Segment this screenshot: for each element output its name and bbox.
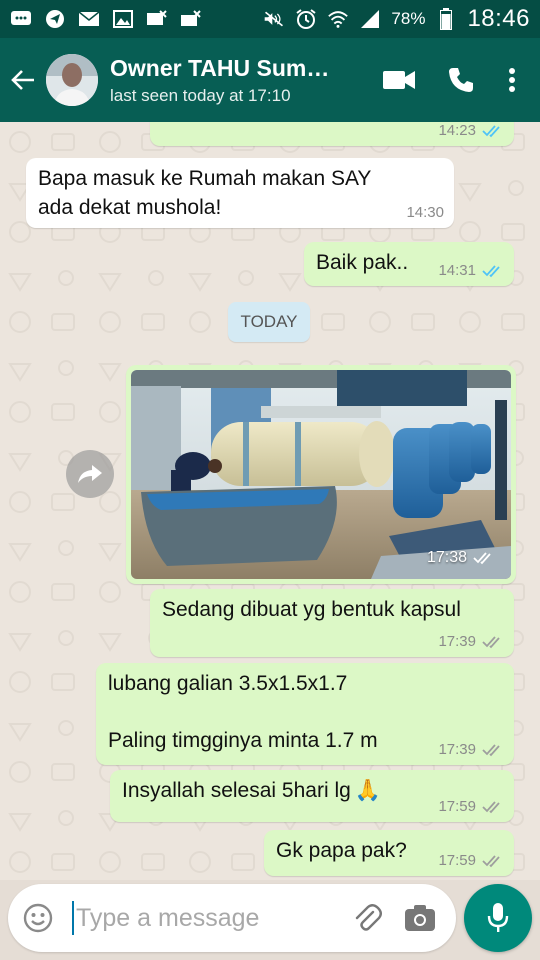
message-meta: 17:39 bbox=[438, 633, 504, 651]
message-time: 17:59 bbox=[438, 852, 476, 869]
message-bubble-outgoing[interactable]: lubang galian 3.5x1.5x1.7 Paling timggin… bbox=[96, 663, 514, 765]
avatar[interactable] bbox=[46, 54, 98, 106]
emoji-icon bbox=[23, 903, 53, 933]
missed-call-icon bbox=[146, 9, 168, 29]
text-cursor bbox=[72, 901, 74, 935]
signal-icon bbox=[359, 9, 381, 29]
contact-info[interactable]: Owner TAHU Sum… last seen today at 17:10 bbox=[110, 55, 368, 106]
date-divider: TODAY bbox=[228, 302, 310, 342]
double-check-icon bbox=[482, 125, 500, 138]
message-meta: 14:30 bbox=[406, 204, 444, 222]
clock: 18:46 bbox=[467, 5, 530, 32]
emoji-button[interactable] bbox=[8, 884, 68, 952]
double-check-icon bbox=[482, 744, 500, 757]
chat-header: Owner TAHU Sum… last seen today at 17:10 bbox=[0, 38, 540, 122]
arrow-left-icon bbox=[11, 70, 34, 90]
message-time: 14:23 bbox=[438, 122, 476, 139]
mail-icon bbox=[78, 9, 100, 29]
message-text: Gk papa pak? bbox=[276, 839, 407, 862]
message-bubble-outgoing[interactable]: Sedang dibuat yg bentuk kapsul 17:39 bbox=[150, 589, 514, 657]
message-meta: 14:23 bbox=[438, 122, 504, 140]
message-meta: 17:39 bbox=[438, 741, 504, 759]
message-meta: 17:59 bbox=[438, 852, 504, 870]
video-camera-icon bbox=[383, 71, 415, 89]
message-bubble-outgoing[interactable]: 14:23 bbox=[150, 122, 514, 146]
message-meta: 14:31 bbox=[438, 262, 504, 280]
contact-name: Owner TAHU Sum… bbox=[110, 54, 330, 81]
image-icon bbox=[112, 9, 134, 29]
last-seen: last seen today at 17:10 bbox=[110, 85, 291, 105]
folded-hands-emoji: 🙏 bbox=[354, 779, 381, 802]
message-list[interactable]: 14:23 Bapa masuk ke Rumah makan SAY ada … bbox=[0, 122, 540, 880]
message-bubble-incoming[interactable]: Bapa masuk ke Rumah makan SAY ada dekat … bbox=[26, 158, 454, 228]
battery-percent: 78% bbox=[391, 9, 426, 28]
message-time: 17:38 bbox=[426, 549, 467, 566]
message-composer bbox=[8, 884, 456, 952]
message-bubble-image[interactable]: 17:38 bbox=[126, 365, 516, 584]
forward-button[interactable] bbox=[66, 450, 114, 498]
message-icon bbox=[10, 9, 32, 29]
status-bar: 78% 18:46 bbox=[0, 0, 540, 38]
camera-icon bbox=[405, 905, 435, 931]
alarm-icon bbox=[295, 9, 317, 29]
double-check-icon bbox=[473, 552, 491, 565]
video-call-button[interactable] bbox=[368, 50, 430, 110]
message-time: 17:59 bbox=[438, 798, 476, 815]
back-button[interactable] bbox=[0, 38, 46, 122]
voice-record-button[interactable] bbox=[464, 884, 532, 952]
message-text: Insyallah selesai 5hari lg bbox=[122, 779, 351, 802]
telegram-icon bbox=[44, 9, 66, 29]
message-text: Sedang dibuat yg bentuk kapsul bbox=[162, 598, 461, 621]
message-text-line-1: lubang galian 3.5x1.5x1.7 bbox=[108, 672, 348, 695]
more-options-button[interactable] bbox=[492, 50, 532, 110]
mute-icon bbox=[263, 9, 285, 29]
message-meta: 17:59 bbox=[438, 798, 504, 816]
camera-button[interactable] bbox=[392, 884, 448, 952]
microphone-icon bbox=[487, 903, 509, 932]
double-check-icon bbox=[482, 855, 500, 868]
message-bubble-outgoing[interactable]: Baik pak.. 14:31 bbox=[304, 242, 514, 286]
attach-button[interactable] bbox=[342, 884, 392, 952]
photo-attachment[interactable]: 17:38 bbox=[131, 370, 511, 579]
wifi-icon bbox=[327, 9, 349, 29]
message-bubble-outgoing[interactable]: Gk papa pak? 17:59 bbox=[264, 830, 514, 876]
double-check-icon bbox=[482, 636, 500, 649]
phone-icon bbox=[449, 68, 473, 92]
message-time: 17:39 bbox=[438, 633, 476, 650]
message-time: 17:39 bbox=[438, 741, 476, 758]
message-bubble-outgoing[interactable]: Insyallah selesai 5hari lg 🙏 17:59 bbox=[110, 770, 514, 822]
message-meta: 17:38 bbox=[427, 549, 495, 567]
message-time: 14:31 bbox=[438, 262, 476, 279]
battery-icon bbox=[435, 8, 457, 30]
voice-call-button[interactable] bbox=[430, 50, 492, 110]
double-check-icon bbox=[482, 265, 500, 278]
message-time: 14:30 bbox=[406, 204, 444, 221]
message-input[interactable] bbox=[76, 903, 336, 933]
forward-icon bbox=[78, 465, 102, 483]
paperclip-icon bbox=[355, 904, 382, 931]
double-check-icon bbox=[482, 801, 500, 814]
message-text: Baik pak.. bbox=[316, 251, 409, 274]
compose-bar bbox=[0, 880, 540, 960]
more-vert-icon bbox=[509, 68, 515, 92]
missed-call-icon bbox=[180, 9, 202, 29]
message-text: Bapa masuk ke Rumah makan SAY ada dekat … bbox=[38, 167, 372, 219]
